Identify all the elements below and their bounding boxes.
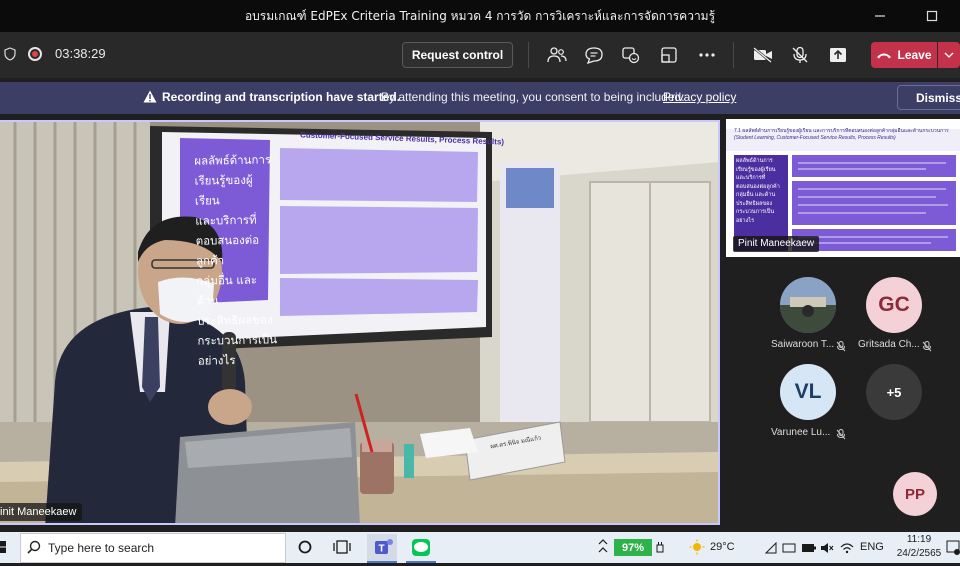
more-participants-button[interactable]: +5 — [866, 364, 922, 420]
svg-text:T: T — [378, 544, 384, 555]
taskbar-search-placeholder: Type here to search — [48, 541, 155, 555]
participant-avatar-vl[interactable]: VL — [780, 364, 836, 420]
shield-icon — [4, 47, 16, 61]
camera-off-icon[interactable] — [750, 42, 776, 68]
toolbar-divider — [733, 42, 734, 68]
tray-battery-icon[interactable] — [801, 541, 817, 559]
meeting-timer: 03:38:29 — [55, 46, 106, 61]
participant-photo-avatar[interactable] — [780, 277, 836, 333]
mic-off-icon — [836, 427, 846, 440]
main-speaker-name: init Maneekaew — [0, 503, 83, 521]
battery-plug-icon[interactable] — [655, 541, 665, 559]
reactions-icon[interactable] — [618, 42, 644, 68]
shared-slide-title: 7.1 ผลลัพธ์ด้านการเรียนรู้ของผู้เรียน แล… — [734, 128, 949, 134]
chat-icon[interactable] — [581, 42, 607, 68]
phone-hangup-icon — [877, 53, 892, 59]
clock-time: 11:19 — [906, 534, 932, 545]
teams-taskbar-button[interactable]: T — [367, 534, 397, 563]
search-icon — [27, 540, 41, 559]
share-content-icon[interactable] — [825, 42, 851, 68]
mic-off-icon[interactable] — [787, 42, 813, 68]
shared-slide-left-text: ผลลัพธ์ด้านการ เรียนรู้ของผู้เรียน และบร… — [736, 158, 780, 224]
tray-onedrive-icon[interactable] — [782, 541, 796, 559]
toolbar-divider — [528, 42, 529, 68]
maximize-icon[interactable] — [912, 0, 952, 32]
line-taskbar-button[interactable] — [406, 534, 436, 563]
recording-indicator-icon — [28, 47, 42, 61]
shared-slide-subtitle: (Student Learning, Customer-Focused Serv… — [734, 135, 896, 141]
participant-name: Gritsada Ch... — [858, 339, 920, 350]
weather-sun-icon[interactable] — [689, 539, 705, 560]
people-icon[interactable] — [544, 42, 570, 68]
speaker-muted-icon[interactable] — [820, 541, 834, 559]
tray-network-icon[interactable] — [764, 541, 777, 559]
leave-label: Leave — [897, 48, 932, 62]
start-icon[interactable] — [0, 540, 8, 559]
clock-date: 24/2/2565 — [896, 548, 942, 559]
dismiss-button[interactable]: Dismiss — [897, 85, 960, 110]
participant-name: Varunee Lu... — [771, 427, 831, 438]
taskbar-clock[interactable]: 11:19 24/2/2565 — [895, 533, 943, 561]
warning-icon — [143, 90, 157, 103]
request-control-button[interactable]: Request control — [402, 42, 513, 68]
banner-message: By attending this meeting, you consent t… — [381, 90, 685, 104]
self-avatar-pp[interactable]: PP — [893, 472, 937, 516]
window-title: อบรมเกณฑ์ EdPEx Criteria Training หมวด 4… — [244, 9, 716, 23]
cortana-icon[interactable] — [297, 539, 313, 560]
privacy-policy-link[interactable]: Privacy policy — [663, 90, 736, 104]
minimize-icon[interactable] — [860, 0, 900, 32]
leave-button[interactable]: Leave — [871, 42, 937, 68]
participant-avatar-gc[interactable]: GC — [866, 277, 922, 333]
shared-screen-presenter-name: Pinit Maneekaew — [733, 236, 820, 252]
tray-chevron-up-icon[interactable] — [598, 538, 608, 557]
participant-name: Saiwaroon T... — [771, 339, 835, 350]
line-app-icon — [412, 539, 430, 556]
teams-icon: T — [375, 539, 393, 555]
input-language[interactable]: ENG — [860, 541, 884, 553]
more-options-icon[interactable] — [694, 42, 720, 68]
notifications-icon[interactable] — [946, 539, 960, 560]
room-scene — [0, 122, 718, 523]
main-video-feed[interactable] — [0, 120, 720, 525]
main-slide-left-text: ผลลัพธ์ด้านการ เรียนรู้ของผู้เรียน และบร… — [194, 152, 278, 368]
wifi-icon[interactable] — [840, 541, 854, 559]
mic-off-icon — [836, 339, 846, 352]
banner-title: Recording and transcription have started… — [162, 90, 401, 104]
leave-options-chevron-icon[interactable] — [938, 42, 960, 68]
mic-off-icon — [922, 339, 932, 352]
rooms-icon[interactable] — [656, 42, 682, 68]
weather-temperature[interactable]: 29°C — [710, 541, 735, 553]
task-view-icon[interactable] — [333, 539, 351, 560]
battery-percentage[interactable]: 97% — [614, 539, 652, 556]
